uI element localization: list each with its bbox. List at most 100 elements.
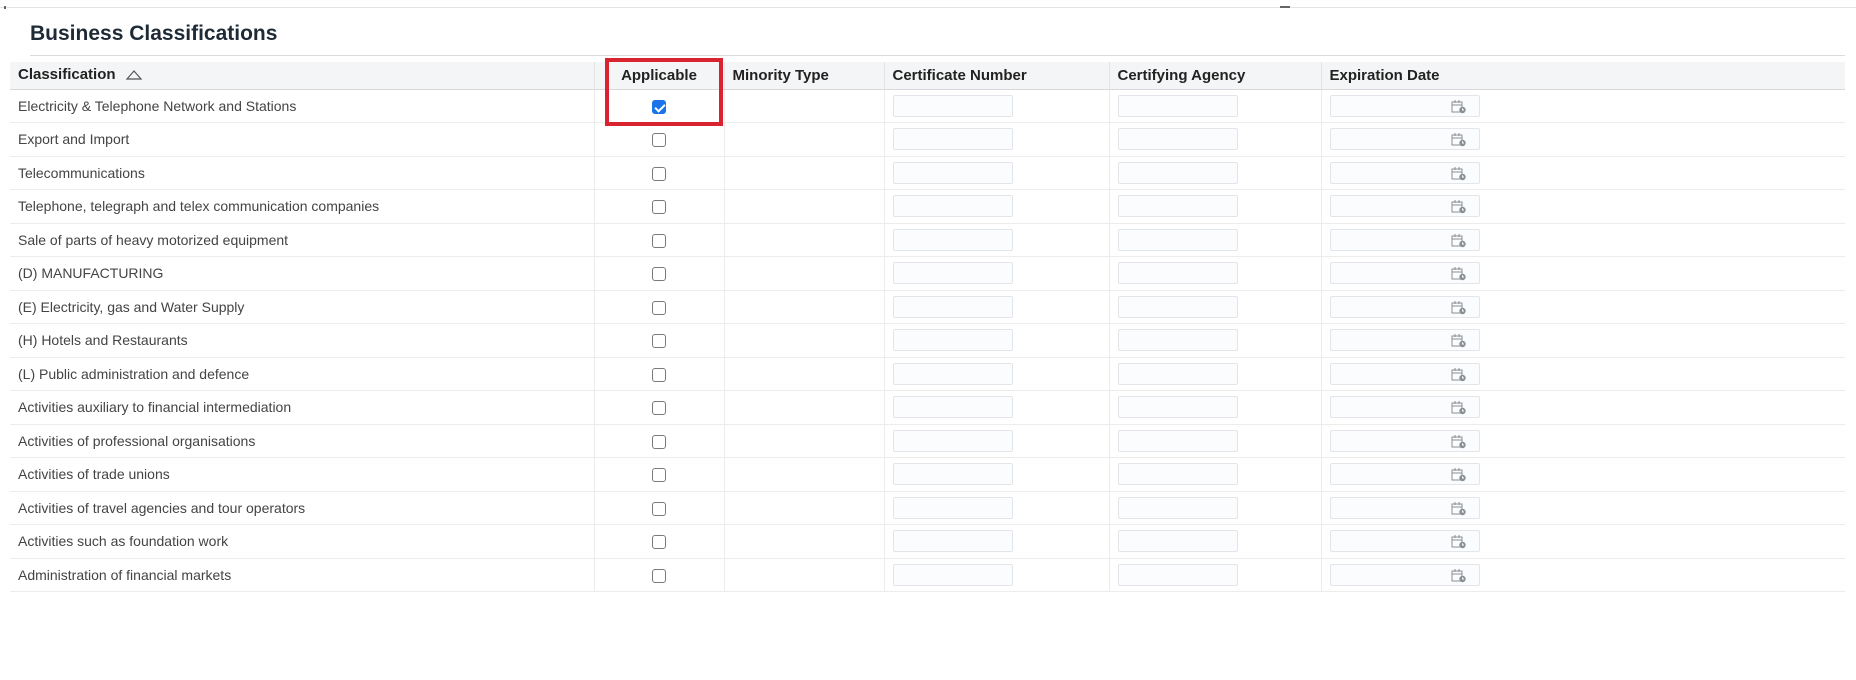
certificate-number-input[interactable] [892,295,1013,318]
calendar-icon[interactable] [1451,132,1467,147]
expiration-date-field [1329,128,1480,151]
applicable-checkbox[interactable] [652,200,666,215]
calendar-icon[interactable] [1451,434,1467,449]
applicable-cell [594,357,725,391]
certifying-agency-input[interactable] [1117,362,1238,385]
expiration-date-cell [1321,424,1845,458]
expiration-date-input[interactable] [1330,229,1449,250]
applicable-checkbox[interactable] [652,334,666,349]
certificate-number-input[interactable] [892,530,1013,553]
expiration-date-cell [1321,323,1845,358]
applicable-checkbox[interactable] [652,133,666,148]
certificate-number-input[interactable] [892,228,1013,251]
calendar-icon[interactable] [1451,166,1467,181]
applicable-checkbox[interactable] [652,233,666,248]
certificate-number-input[interactable] [892,329,1013,352]
certifying-agency-input[interactable] [1117,228,1238,251]
certificate-number-input[interactable] [892,362,1013,385]
classification-cell: (E) Electricity, gas and Water Supply [10,290,595,324]
applicable-checkbox[interactable] [652,267,666,282]
applicable-checkbox[interactable] [652,99,666,114]
certificate-number-input[interactable] [892,496,1013,519]
calendar-icon[interactable] [1451,400,1467,415]
expiration-date-input[interactable] [1330,497,1449,518]
certificate-number-cell [884,491,1110,525]
certificate-number-input[interactable] [892,161,1013,184]
applicable-checkbox[interactable] [652,468,666,483]
applicable-checkbox[interactable] [652,300,666,315]
classification-cell: (H) Hotels and Restaurants [10,323,595,358]
certifying-agency-input[interactable] [1117,262,1238,285]
certifying-agency-input[interactable] [1117,94,1238,117]
sort-ascending-icon[interactable] [125,67,143,84]
certifying-agency-input[interactable] [1117,295,1238,318]
applicable-cell [594,256,725,291]
calendar-icon[interactable] [1451,501,1467,516]
calendar-icon[interactable] [1451,300,1467,315]
certifying-agency-input[interactable] [1117,563,1238,586]
certificate-number-input[interactable] [892,128,1013,151]
certificate-number-input[interactable] [892,396,1013,419]
classification-cell: Telephone, telegraph and telex communica… [10,189,595,224]
expiration-date-input[interactable] [1330,531,1449,552]
calendar-icon[interactable] [1451,99,1467,114]
expiration-date-input[interactable] [1330,397,1449,418]
calendar-icon[interactable] [1451,233,1467,248]
classification-cell: Activities of professional organisations [10,424,595,458]
certificate-number-input[interactable] [892,94,1013,117]
expiration-date-cell [1321,357,1845,391]
expiration-date-input[interactable] [1330,95,1449,116]
calendar-icon[interactable] [1451,266,1467,281]
classification-cell: Activities of trade unions [10,457,595,492]
expiration-date-cell [1321,189,1845,224]
certifying-agency-input[interactable] [1117,195,1238,218]
certifying-agency-cell [1109,424,1322,458]
applicable-cell [594,122,725,157]
applicable-checkbox[interactable] [652,568,666,583]
expiration-date-input[interactable] [1330,564,1449,585]
certifying-agency-input[interactable] [1117,396,1238,419]
calendar-icon[interactable] [1451,568,1467,583]
applicable-checkbox[interactable] [652,434,666,449]
certificate-number-input[interactable] [892,429,1013,452]
applicable-checkbox[interactable] [652,501,666,516]
expiration-date-input[interactable] [1330,263,1449,284]
certifying-agency-input[interactable] [1117,496,1238,519]
expiration-date-input[interactable] [1330,162,1449,183]
table-row: (D) MANUFACTURING [10,256,1845,291]
certifying-agency-input[interactable] [1117,161,1238,184]
expiration-date-input[interactable] [1330,430,1449,451]
applicable-checkbox[interactable] [652,367,666,382]
column-header-classification[interactable]: Classification [10,62,595,90]
certificate-number-input[interactable] [892,195,1013,218]
applicable-cell [594,424,725,458]
certifying-agency-input[interactable] [1117,128,1238,151]
certifying-agency-input[interactable] [1117,530,1238,553]
classification-cell: Export and Import [10,122,595,157]
certificate-number-input[interactable] [892,463,1013,486]
certifying-agency-input[interactable] [1117,463,1238,486]
certifying-agency-input[interactable] [1117,329,1238,352]
calendar-icon[interactable] [1451,333,1467,348]
expiration-date-cell [1321,223,1845,257]
applicable-checkbox[interactable] [652,166,666,181]
calendar-icon[interactable] [1451,199,1467,214]
expiration-date-input[interactable] [1330,330,1449,351]
classification-cell: Activities of travel agencies and tour o… [10,491,595,525]
certifying-agency-cell [1109,491,1322,525]
expiration-date-input[interactable] [1330,363,1449,384]
calendar-icon[interactable] [1451,367,1467,382]
expiration-date-input[interactable] [1330,196,1449,217]
expiration-date-input[interactable] [1330,464,1449,485]
expiration-date-input[interactable] [1330,129,1449,150]
certificate-number-input[interactable] [892,262,1013,285]
certificate-number-input[interactable] [892,563,1013,586]
expiration-date-input[interactable] [1330,296,1449,317]
certifying-agency-input[interactable] [1117,429,1238,452]
minority-type-cell [724,89,885,123]
applicable-checkbox[interactable] [652,535,666,550]
calendar-icon[interactable] [1451,467,1467,482]
applicable-cell [594,491,725,525]
calendar-icon[interactable] [1451,534,1467,549]
applicable-checkbox[interactable] [652,401,666,416]
